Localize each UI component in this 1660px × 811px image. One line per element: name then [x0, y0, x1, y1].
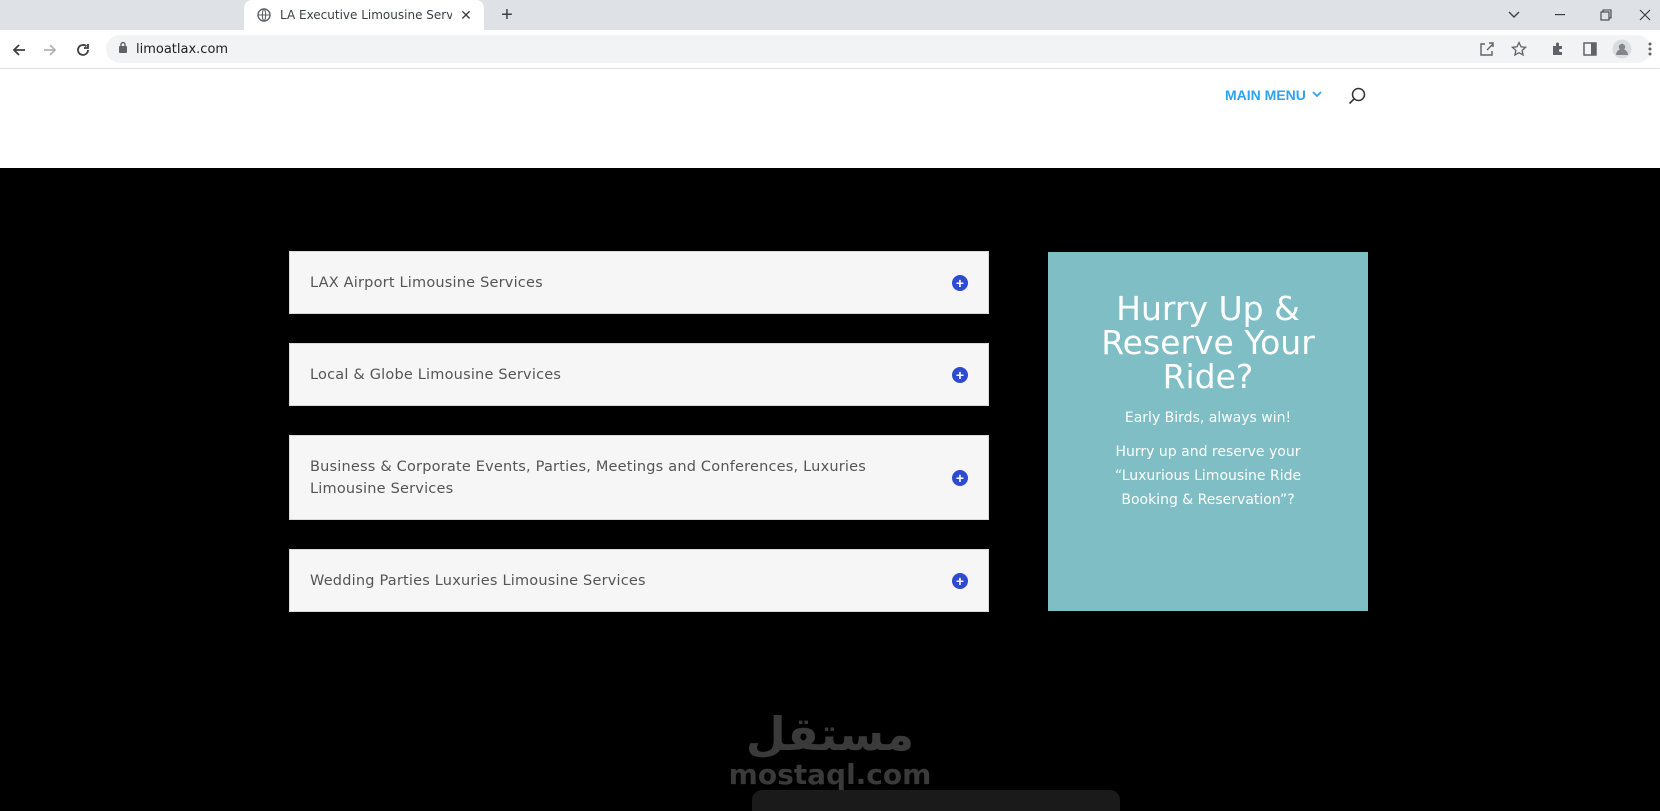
- plus-circle-icon[interactable]: +: [952, 274, 968, 291]
- cta-title: Hurry Up & Reserve Your Ride?: [1101, 289, 1315, 396]
- toggle-title: LAX Airport Limousine Services: [310, 274, 543, 291]
- extensions-icon[interactable]: [1548, 39, 1568, 59]
- main-menu-label: MAIN MENU: [1225, 87, 1306, 103]
- chevron-down-icon: [1312, 89, 1322, 101]
- reload-icon[interactable]: [72, 39, 94, 61]
- url-text: limoatlax.com: [136, 41, 229, 57]
- toggle-title: Wedding Parties Luxuries Limousine Servi…: [310, 572, 646, 589]
- star-icon[interactable]: [1509, 39, 1529, 59]
- cta-body: Hurry up and reserve your “Luxurious Lim…: [1114, 444, 1302, 508]
- tab-title: LA Executive Limousine Services: [280, 8, 452, 22]
- accordion-toggle-local[interactable]: Local & Globe Limousine Services +: [289, 343, 989, 406]
- tab-strip: LA Executive Limousine Services ✕ +: [0, 0, 1660, 30]
- main-menu-button[interactable]: MAIN MENU: [1225, 87, 1322, 103]
- forward-icon[interactable]: [39, 39, 61, 61]
- browser-toolbar: limoatlax.com: [0, 30, 1660, 69]
- search-icon[interactable]: [1348, 87, 1368, 107]
- cta-subtitle: Early Birds, always win!: [1124, 410, 1292, 426]
- close-window-icon[interactable]: [1629, 0, 1660, 30]
- plus-circle-icon[interactable]: +: [952, 366, 968, 383]
- accordion-toggle-lax[interactable]: LAX Airport Limousine Services +: [289, 251, 989, 314]
- toggle-title: Local & Globe Limousine Services: [310, 366, 562, 383]
- plus-circle-icon[interactable]: +: [952, 469, 968, 486]
- browser-tab[interactable]: LA Executive Limousine Services ✕: [244, 0, 484, 30]
- profile-avatar-icon[interactable]: [1612, 39, 1632, 59]
- header-spacer: [0, 124, 1660, 168]
- mostaql-watermark: مستقل mostaql.com: [700, 708, 960, 790]
- globe-icon: [256, 7, 272, 23]
- reserve-cta-box: Hurry Up & Reserve Your Ride? Early Bird…: [1048, 252, 1368, 611]
- toggle-title: Business & Corporate Events, Parties, Me…: [310, 458, 867, 497]
- address-bar[interactable]: limoatlax.com: [106, 35, 1651, 63]
- plus-circle-icon[interactable]: +: [952, 572, 968, 589]
- side-panel-icon[interactable]: [1580, 39, 1600, 59]
- restore-icon[interactable]: [1583, 0, 1629, 30]
- new-tab-button[interactable]: +: [496, 4, 518, 26]
- back-icon[interactable]: [8, 39, 30, 61]
- site-header: MAIN MENU: [0, 69, 1660, 124]
- menu-dots-icon[interactable]: [1644, 39, 1656, 59]
- chevron-down-icon[interactable]: [1491, 0, 1537, 30]
- watermark-arabic: مستقل: [745, 707, 915, 761]
- lock-icon: [118, 40, 128, 58]
- accordion-toggle-wedding[interactable]: Wedding Parties Luxuries Limousine Servi…: [289, 549, 989, 612]
- share-icon[interactable]: [1477, 39, 1497, 59]
- close-icon[interactable]: ✕: [458, 7, 474, 23]
- watermark-latin: mostaql.com: [728, 758, 932, 791]
- bottom-overlay-bar: [752, 790, 1120, 811]
- accordion-toggle-business[interactable]: Business & Corporate Events, Parties, Me…: [289, 435, 989, 520]
- minimize-icon[interactable]: [1537, 0, 1583, 30]
